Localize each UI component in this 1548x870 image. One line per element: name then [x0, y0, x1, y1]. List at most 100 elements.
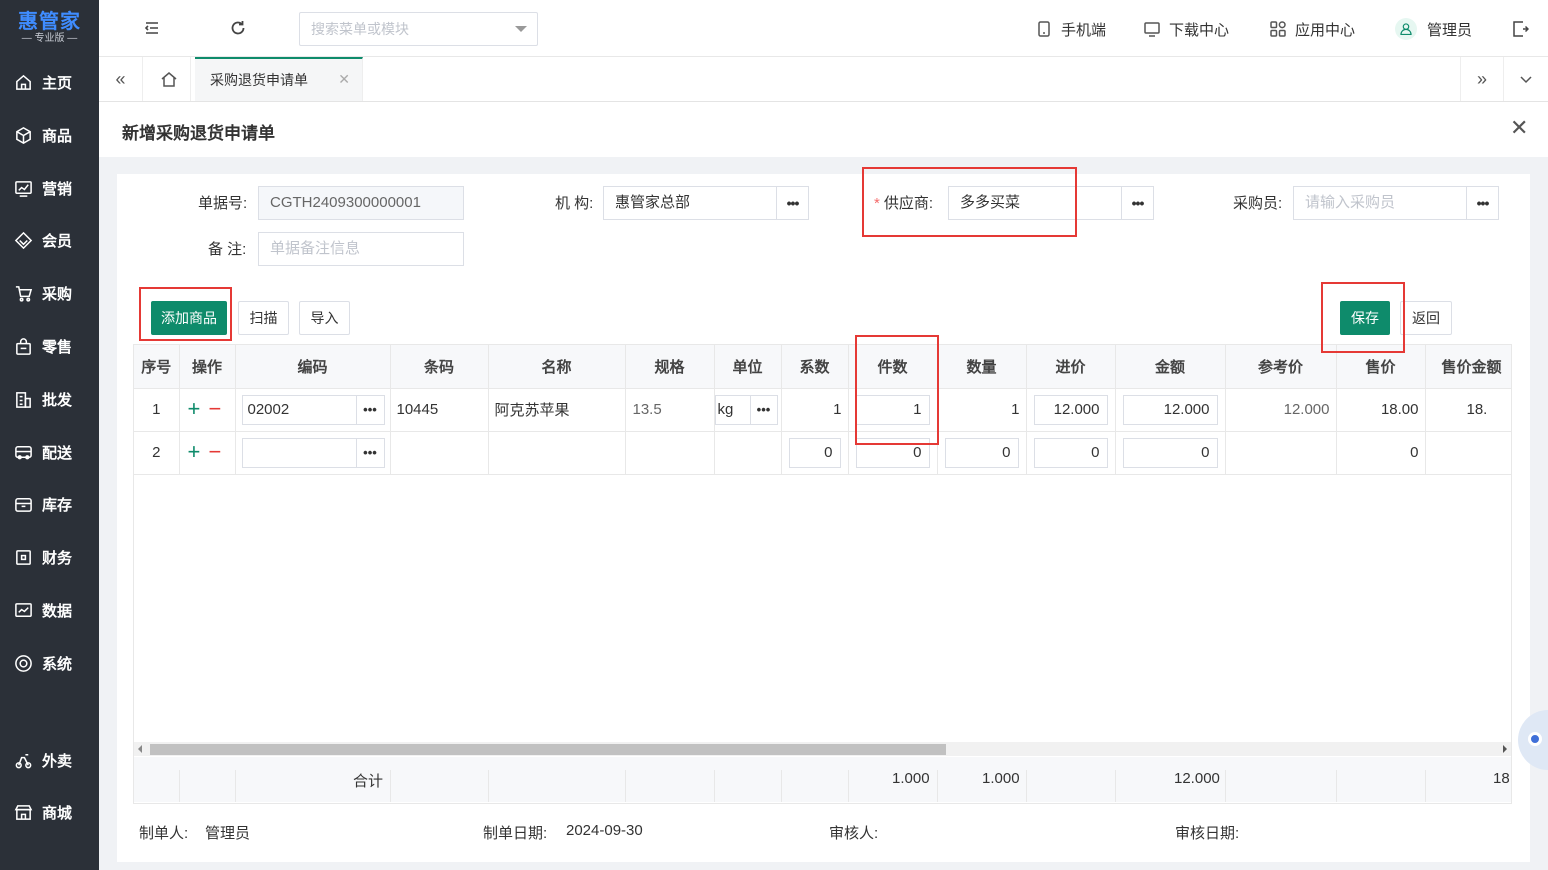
sidebar-item-goods[interactable]: 商品: [0, 115, 99, 155]
amount-input[interactable]: 0: [1122, 437, 1218, 468]
price-input[interactable]: 0: [1033, 437, 1108, 468]
pieces-input[interactable]: 1: [855, 394, 930, 425]
settings-icon: [15, 654, 32, 672]
code-input[interactable]: 02002: [241, 394, 356, 425]
home-icon: [16, 74, 31, 90]
buyer-field[interactable]: 请输入采购员: [1293, 186, 1467, 220]
remove-row-icon[interactable]: −: [209, 439, 222, 464]
scan-button[interactable]: 扫描: [238, 301, 289, 335]
tab-home-button[interactable]: [147, 57, 191, 101]
sidebar-item-delivery[interactable]: 配送: [0, 432, 99, 472]
building-icon: [16, 391, 31, 408]
required-marker: *: [874, 195, 880, 212]
page-header: [99, 102, 1548, 157]
sidebar-item-mall[interactable]: 商城: [0, 792, 99, 832]
app-logo[interactable]: 惠管家 — 专业版 —: [0, 0, 99, 56]
supplier-field[interactable]: 多多买菜: [948, 186, 1122, 220]
pieces-input[interactable]: 0: [855, 437, 930, 468]
refresh-icon[interactable]: [229, 19, 247, 37]
sidebar-item-home[interactable]: 主页: [0, 62, 99, 102]
sidebar-item-label: 外卖: [42, 752, 73, 770]
table-header-row: 序号 操作 编码 条码 名称 规格 单位 系数 件数 数量 进价 金额 参考价 …: [134, 345, 1511, 389]
column-header: 件数: [848, 345, 938, 389]
unit-input[interactable]: kg: [714, 394, 750, 425]
sidebar-item-label: 主页: [42, 74, 73, 92]
add-row-icon[interactable]: +: [188, 439, 201, 464]
save-button[interactable]: 保存: [1340, 301, 1390, 335]
sidebar-item-label: 会员: [42, 232, 73, 250]
chevron-down-icon: [1520, 76, 1532, 84]
code-input[interactable]: [241, 437, 356, 468]
sidebar-item-label: 商城: [42, 804, 73, 822]
download-center-link[interactable]: 下载中心: [1143, 18, 1229, 40]
add-goods-button[interactable]: 添加商品: [151, 301, 227, 335]
remove-row-icon[interactable]: −: [209, 396, 222, 421]
import-button[interactable]: 导入: [299, 301, 350, 335]
scroll-left-arrow-icon[interactable]: [138, 745, 142, 753]
avatar: [1395, 18, 1417, 40]
close-icon[interactable]: ✕: [338, 71, 350, 88]
mobile-link[interactable]: 手机端: [1035, 18, 1106, 40]
tab-scroll-right-button[interactable]: »: [1460, 57, 1504, 101]
app-center-link[interactable]: 应用中心: [1269, 18, 1355, 40]
seq-cell: 1: [134, 388, 180, 432]
monitor-icon: [1144, 22, 1160, 37]
unit-picker-button[interactable]: •••: [749, 394, 778, 425]
pieces-cell: 0: [848, 431, 938, 475]
menu-toggle-icon[interactable]: [143, 19, 161, 37]
mobile-icon: [1038, 21, 1050, 37]
scrollbar-thumb[interactable]: [150, 744, 946, 755]
search-placeholder: 搜索菜单或模块: [311, 21, 409, 37]
code-picker-button[interactable]: •••: [355, 394, 385, 425]
column-header: 条码: [390, 345, 489, 389]
sidebar-item-marketing[interactable]: 营销: [0, 168, 99, 208]
sidebar-item-system[interactable]: 系统: [0, 643, 99, 683]
column-header: 售价: [1336, 345, 1426, 389]
sidebar: 惠管家 — 专业版 — 主页 商品 营销 会员 采购 零售 批发 配送 库存 财…: [0, 0, 99, 870]
user-menu[interactable]: 管理员: [1395, 18, 1472, 40]
sidebar-item-finance[interactable]: 财务: [0, 537, 99, 577]
review-date-label: 审核日期:: [1175, 825, 1240, 842]
org-picker-button[interactable]: •••: [776, 186, 809, 220]
back-button[interactable]: 返回: [1400, 301, 1452, 335]
tab-menu-button[interactable]: [1504, 57, 1548, 101]
apps-grid-icon: [1270, 21, 1286, 37]
tab-scroll-left-button[interactable]: «: [99, 57, 143, 101]
tab-label: 采购退货申请单: [210, 72, 308, 88]
column-header: 操作: [179, 345, 236, 389]
sidebar-item-data[interactable]: 数据: [0, 590, 99, 630]
supplier-label-text: 供应商:: [883, 195, 934, 212]
sidebar-item-retail[interactable]: 零售: [0, 326, 99, 366]
horizontal-scrollbar[interactable]: [134, 742, 1511, 756]
coef-input[interactable]: 0: [788, 437, 841, 468]
supplier-picker-button[interactable]: •••: [1121, 186, 1154, 220]
amount-input[interactable]: 12.000: [1122, 394, 1218, 425]
sidebar-item-takeout[interactable]: 外卖: [0, 740, 99, 780]
remark-field[interactable]: 单据备注信息: [258, 232, 464, 266]
menu-search-select[interactable]: 搜索菜单或模块: [299, 12, 538, 46]
sidebar-item-purchase[interactable]: 采购: [0, 273, 99, 313]
sidebar-item-member[interactable]: 会员: [0, 220, 99, 260]
coef-cell: 0: [781, 431, 849, 475]
price-input[interactable]: 12.000: [1033, 394, 1108, 425]
total-qty: 1.000: [982, 770, 1020, 787]
total-row: 合计 1.000 1.000 12.000 18.: [134, 757, 1511, 802]
mobile-label: 手机端: [1061, 21, 1107, 39]
column-header: 序号: [134, 345, 180, 389]
remark-label: 备 注:: [208, 241, 247, 258]
code-picker-button[interactable]: •••: [355, 437, 385, 468]
buyer-picker-button[interactable]: •••: [1466, 186, 1499, 220]
store-icon: [14, 804, 33, 820]
sidebar-item-label: 零售: [42, 338, 73, 356]
add-row-icon[interactable]: +: [188, 396, 201, 421]
column-header: 编码: [235, 345, 391, 389]
close-icon[interactable]: ✕: [1510, 117, 1528, 139]
diamond-icon: [14, 231, 33, 249]
qty-input[interactable]: 0: [944, 437, 1019, 468]
scroll-right-arrow-icon[interactable]: [1503, 745, 1507, 753]
sidebar-item-inventory[interactable]: 库存: [0, 484, 99, 524]
tab-purchase-return-request[interactable]: 采购退货申请单 ✕: [195, 57, 363, 101]
org-field[interactable]: 惠管家总部: [603, 186, 777, 220]
sidebar-item-wholesale[interactable]: 批发: [0, 379, 99, 419]
logout-icon[interactable]: [1511, 20, 1529, 38]
